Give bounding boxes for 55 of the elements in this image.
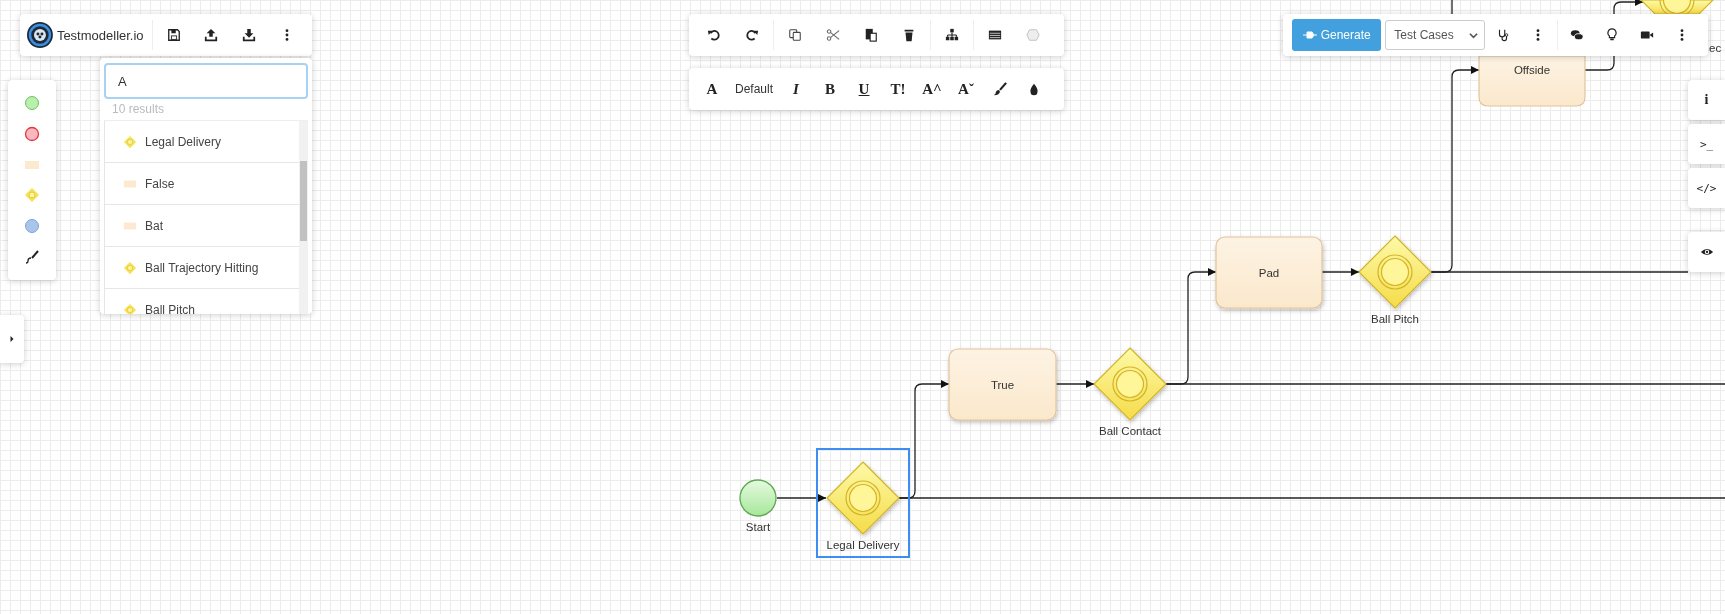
side-panel-button[interactable]: i xyxy=(1688,80,1725,120)
gateway-node[interactable] xyxy=(1358,235,1432,309)
connector-arrow xyxy=(1321,268,1360,276)
connector-line xyxy=(1584,55,1615,71)
connector-arrow xyxy=(776,494,827,502)
node-label: ec xyxy=(1709,42,1722,54)
side-panel-button[interactable]: >_ xyxy=(1688,124,1725,164)
node-label: Pad xyxy=(1258,266,1280,279)
search-field[interactable]: A xyxy=(104,63,308,99)
format-button[interactable]: Aˇ xyxy=(949,73,984,105)
caret-right-icon xyxy=(9,335,15,343)
connector-line xyxy=(1451,0,1453,15)
node-label: Ball Contact xyxy=(1099,425,1161,437)
format-button[interactable]: B xyxy=(813,73,848,105)
task-node[interactable] xyxy=(1478,55,1586,107)
result-label: Ball Trajectory Hitting xyxy=(145,260,259,275)
diamond-icon xyxy=(123,260,137,275)
format-button[interactable]: I xyxy=(779,73,814,105)
panel-toggle[interactable] xyxy=(0,315,24,363)
node-label: Start xyxy=(745,521,771,533)
connector-arrow xyxy=(1613,0,1644,15)
diamond-icon xyxy=(123,302,137,314)
caret-down-icon xyxy=(1469,30,1479,40)
font-button[interactable]: A xyxy=(695,73,729,105)
result-count: 10 results xyxy=(112,102,166,116)
node-label: Ball Pitch xyxy=(1371,313,1419,325)
result-label: Ball Pitch xyxy=(145,302,196,314)
node-label: True xyxy=(990,378,1015,391)
format-button[interactable]: T! xyxy=(881,73,916,105)
gateway-node[interactable] xyxy=(1639,0,1715,15)
task-node[interactable] xyxy=(1215,236,1323,309)
gateway-node[interactable] xyxy=(1093,347,1167,421)
app-name: Testmodeller.io xyxy=(56,27,144,43)
diamond-icon xyxy=(123,134,137,149)
format-button[interactable]: U xyxy=(847,73,882,105)
logo-icon xyxy=(26,21,54,49)
font-name: Default xyxy=(735,82,774,96)
task-node[interactable] xyxy=(948,348,1057,421)
start-circle-icon[interactable] xyxy=(24,95,40,112)
format-button[interactable]: A^ xyxy=(915,73,950,105)
gateway-node[interactable] xyxy=(826,461,900,535)
brush-icon[interactable] xyxy=(24,248,40,265)
result-label: Legal Delivery xyxy=(145,134,222,149)
plug-icon xyxy=(1302,30,1317,40)
side-panel-button[interactable]: </> xyxy=(1688,168,1725,208)
node-label: Legal Delivery xyxy=(826,539,900,551)
result-label: False xyxy=(145,176,175,191)
result-label: Bat xyxy=(145,218,163,233)
start-event[interactable] xyxy=(739,479,777,517)
node-label: Offside xyxy=(1513,64,1551,76)
end-circle-icon[interactable] xyxy=(24,126,40,142)
scrollbar[interactable] xyxy=(299,121,308,314)
circle-icon[interactable] xyxy=(24,217,40,234)
connector-arrow xyxy=(1055,380,1095,388)
test-type-select[interactable]: Test Cases xyxy=(1385,20,1486,50)
